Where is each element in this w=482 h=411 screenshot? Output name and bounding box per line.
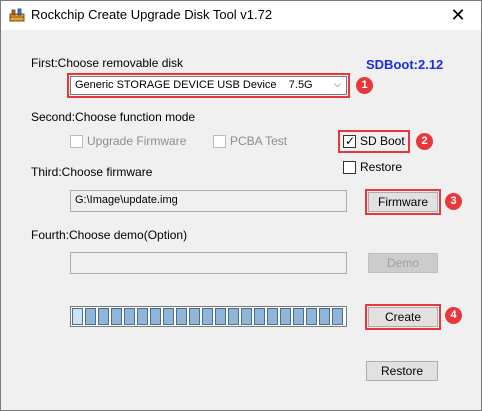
checkbox-box <box>70 135 83 148</box>
step2-label: Second:Choose function mode <box>31 110 196 124</box>
restore-button[interactable]: Restore <box>366 361 438 381</box>
firmware-path-value: G:\Image\update.img <box>75 194 178 206</box>
app-icon <box>9 8 25 22</box>
annotation-box-4 <box>365 304 441 330</box>
annotation-box-1 <box>67 73 350 98</box>
step4-label: Fourth:Choose demo(Option) <box>31 228 188 242</box>
restore-checkbox-label: Restore <box>360 160 403 174</box>
progress-segment <box>202 308 213 325</box>
progress-segment <box>306 308 317 325</box>
progress-segment <box>163 308 174 325</box>
pcba-test-label: PCBA Test <box>230 134 288 148</box>
annotation-box-3 <box>365 189 441 215</box>
close-button[interactable]: ✕ <box>435 1 481 30</box>
progress-segment <box>85 308 96 325</box>
progress-segment <box>189 308 200 325</box>
main-panel: First:Choose removable disk SDBoot:2.12 … <box>1 30 481 410</box>
title-bar[interactable]: Rockchip Create Upgrade Disk Tool v1.72 … <box>1 1 481 30</box>
progress-segment <box>98 308 109 325</box>
demo-path-field[interactable] <box>70 252 347 274</box>
progress-segment <box>241 308 252 325</box>
progress-bar <box>70 306 347 327</box>
checkbox-box <box>343 161 356 174</box>
progress-segment <box>293 308 304 325</box>
progress-segment <box>124 308 135 325</box>
progress-segment <box>111 308 122 325</box>
annotation-badge-4: 4 <box>445 307 462 324</box>
annotation-badge-2: 2 <box>416 133 433 150</box>
annotation-box-2 <box>338 130 410 153</box>
progress-segment <box>137 308 148 325</box>
progress-segment <box>280 308 291 325</box>
progress-segment <box>254 308 265 325</box>
annotation-badge-3: 3 <box>445 193 462 210</box>
progress-segment <box>228 308 239 325</box>
step1-label: First:Choose removable disk <box>31 56 184 70</box>
annotation-badge-1: 1 <box>356 77 373 94</box>
progress-segment <box>267 308 278 325</box>
window-title: Rockchip Create Upgrade Disk Tool v1.72 <box>31 7 273 22</box>
progress-segment <box>215 308 226 325</box>
app-window: Rockchip Create Upgrade Disk Tool v1.72 … <box>0 0 482 411</box>
firmware-path-field[interactable]: G:\Image\update.img <box>70 190 347 212</box>
progress-segment <box>72 308 83 325</box>
step3-label: Third:Choose firmware <box>31 165 153 179</box>
demo-button[interactable]: Demo <box>368 253 438 273</box>
upgrade-firmware-label: Upgrade Firmware <box>87 134 187 148</box>
progress-segment <box>176 308 187 325</box>
sdboot-version: SDBoot:2.12 <box>366 57 444 72</box>
progress-segment <box>319 308 330 325</box>
progress-segment <box>150 308 161 325</box>
progress-segment <box>332 308 343 325</box>
checkbox-box <box>213 135 226 148</box>
